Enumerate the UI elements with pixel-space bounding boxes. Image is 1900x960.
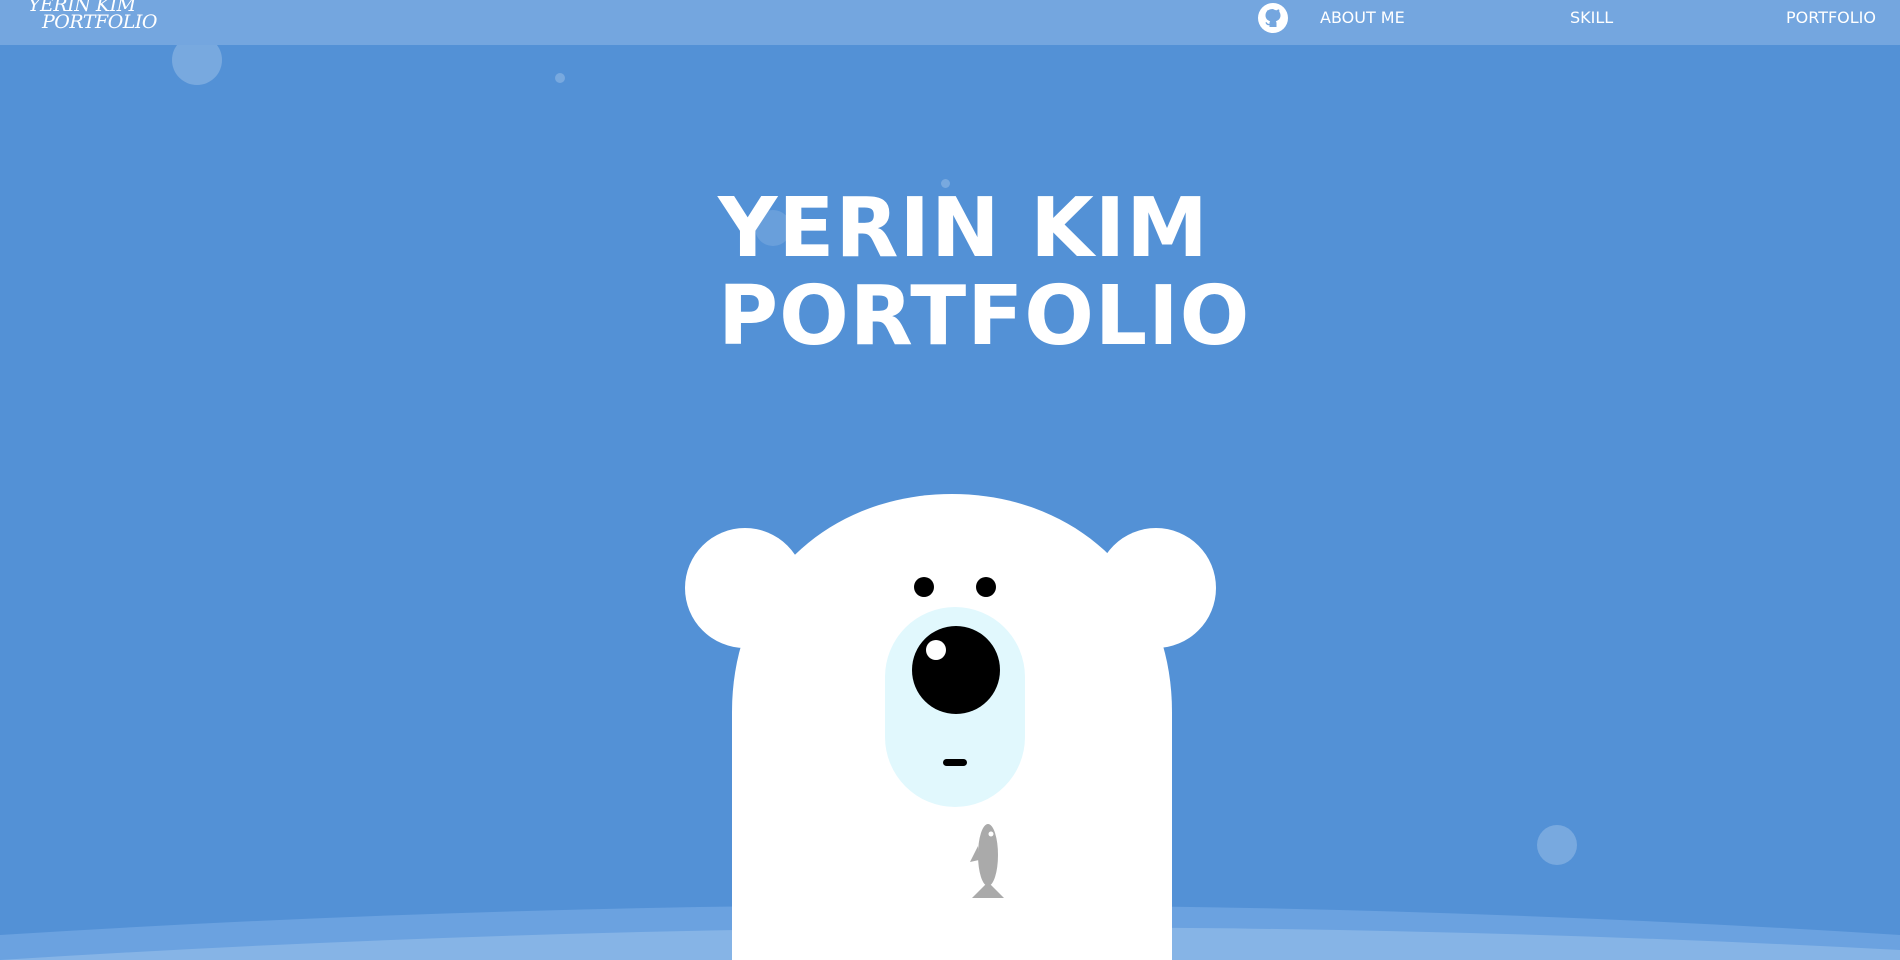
polar-bear-illustration	[685, 494, 1216, 960]
nav-about-me[interactable]: ABOUT ME	[1320, 8, 1405, 27]
bear-left-eye	[914, 577, 934, 597]
top-navbar: YERIN KIM PORTFOLIO ABOUT ME SKILL PORTF…	[0, 0, 1900, 45]
nav-skill[interactable]: SKILL	[1570, 8, 1613, 27]
bear-nose-highlight	[926, 640, 946, 660]
site-logo[interactable]: YERIN KIM PORTFOLIO	[28, 0, 158, 42]
bear-nose	[912, 626, 1000, 714]
logo-line2: PORTFOLIO	[42, 11, 157, 33]
bear-mouth	[943, 759, 967, 766]
nav-portfolio[interactable]: PORTFOLIO	[1786, 8, 1876, 27]
bear-right-eye	[976, 577, 996, 597]
github-icon[interactable]	[1258, 3, 1288, 33]
